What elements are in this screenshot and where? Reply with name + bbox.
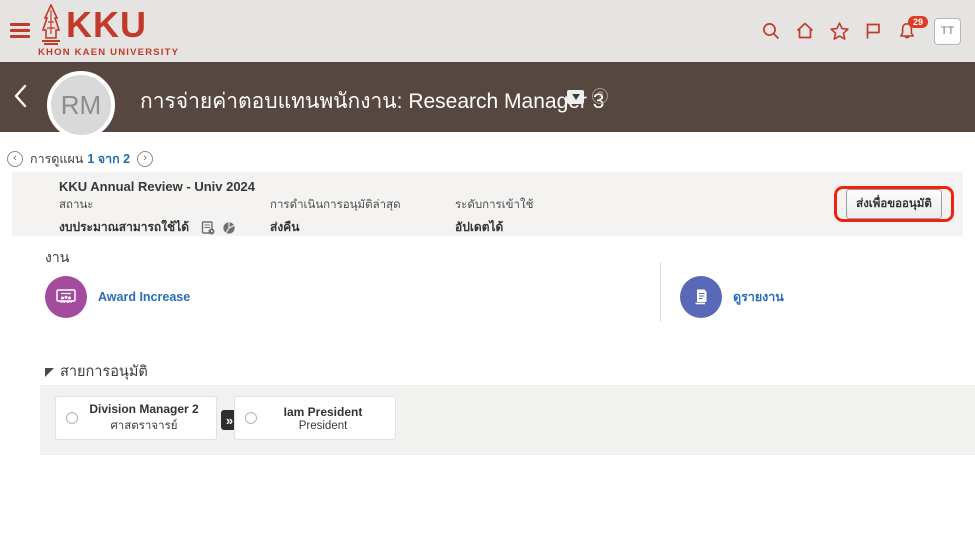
award-increase-icon (45, 276, 87, 318)
notifications-bell-icon[interactable]: 29 (892, 16, 922, 46)
previous-plan-icon[interactable]: ‹ (7, 151, 23, 167)
favorites-star-icon[interactable] (824, 16, 854, 46)
task-view-report[interactable]: ดูรายงาน (680, 276, 784, 318)
view-report-link[interactable]: ดูรายงาน (733, 287, 784, 307)
logo-subtext: KHON KAEN UNIVERSITY (38, 47, 179, 58)
status-label: สถานะ (59, 196, 236, 214)
kku-logo: KKU KHON KAEN UNIVERSITY (38, 4, 179, 58)
next-plan-icon[interactable]: › (137, 151, 153, 167)
back-icon[interactable] (10, 82, 36, 112)
approval-chain-panel: Division Manager 2 ศาสตราจารย์ » Iam Pre… (40, 385, 975, 455)
access-level-value: อัปเดตได้ (455, 218, 503, 237)
click-target-highlight: ส่งเพื่อขออนุมัติ (834, 186, 954, 222)
hamburger-menu-icon[interactable] (10, 23, 30, 39)
approver-radio[interactable] (245, 412, 257, 424)
approval-chain-header[interactable]: สายการอนุมัติ (45, 360, 148, 383)
review-plan-title: KKU Annual Review - Univ 2024 (59, 179, 255, 194)
status-value: งบประมาณสามารถใช้ได้ (59, 218, 189, 237)
access-level-field: ระดับการเข้าใช้ อัปเดตได้ (455, 196, 533, 237)
status-field: สถานะ งบประมาณสามารถใช้ได้ (59, 196, 236, 237)
award-increase-link[interactable]: Award Increase (98, 290, 190, 304)
plan-position: 1 จาก 2 (87, 149, 130, 169)
approver-name: Division Manager 2 (86, 402, 202, 416)
approver-name: Iam President (265, 405, 381, 419)
approver-card[interactable]: Division Manager 2 ศาสตราจารย์ (55, 396, 217, 440)
collapse-triangle-icon (45, 368, 54, 377)
approver-radio[interactable] (66, 412, 78, 424)
page: KKU KHON KAEN UNIVERSITY 29 TT (0, 0, 975, 548)
search-icon[interactable] (756, 16, 786, 46)
title-dropdown-icon[interactable] (567, 90, 584, 104)
submit-for-approval-button[interactable]: ส่งเพื่อขออนุมัติ (846, 189, 942, 219)
page-title: การจ่ายค่าตอบแทนพนักงาน: Research Manage… (140, 85, 604, 118)
home-icon[interactable] (790, 16, 820, 46)
kku-tower-icon (38, 4, 64, 46)
top-bar: KKU KHON KAEN UNIVERSITY 29 TT (0, 0, 975, 62)
review-summary-panel: KKU Annual Review - Univ 2024 สถานะ งบปร… (12, 172, 963, 236)
report-icon (680, 276, 722, 318)
flag-watchlist-icon[interactable] (858, 16, 888, 46)
tasks-heading: งาน (45, 247, 69, 269)
approver-role: ศาสตราจารย์ (86, 417, 202, 435)
help-icon[interactable]: ? (592, 88, 608, 104)
last-approval-action-value: ส่งคืน (270, 218, 299, 237)
approval-chain-title: สายการอนุมัติ (60, 360, 148, 383)
approver-card[interactable]: Iam President President (234, 396, 396, 440)
approver-role: President (265, 420, 381, 432)
notification-count-badge: 29 (908, 16, 928, 28)
employee-avatar: RM (47, 71, 115, 139)
pie-chart-icon[interactable] (222, 221, 236, 235)
plan-pagination: ‹ การดูแผน 1 จาก 2 › (7, 149, 153, 169)
user-avatar[interactable]: TT (934, 18, 961, 45)
tasks-divider (660, 262, 661, 322)
logo-text: KKU (66, 4, 147, 46)
worksheet-icon[interactable] (201, 221, 215, 235)
task-award-increase[interactable]: Award Increase (45, 276, 190, 318)
plan-nav-label: การดูแผน (30, 149, 83, 169)
last-approval-action-field: การดำเนินการอนุมัติล่าสุด ส่งคืน (270, 196, 401, 237)
access-level-label: ระดับการเข้าใช้ (455, 196, 533, 214)
last-approval-action-label: การดำเนินการอนุมัติล่าสุด (270, 196, 401, 214)
